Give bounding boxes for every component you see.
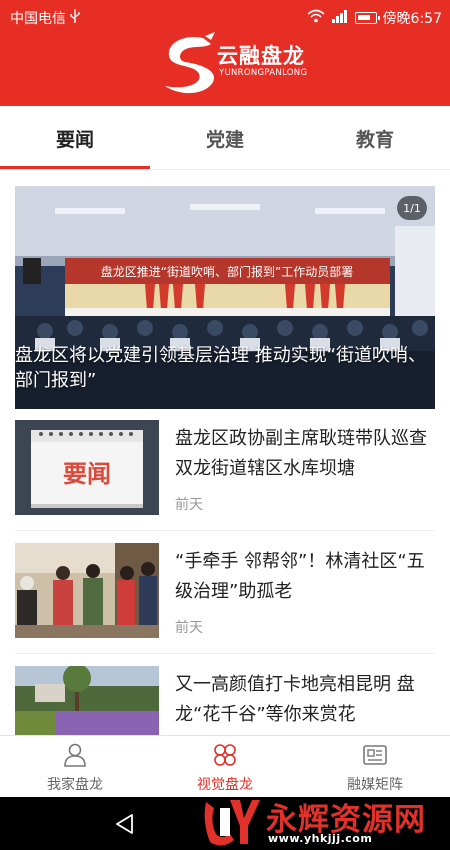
nav-shijue-panlong[interactable]: 视觉盘龙 (150, 736, 300, 798)
watermark: 永辉资源网 www.yhkjjj.com (200, 794, 450, 850)
watermark-logo-icon (204, 800, 260, 846)
logo-subtitle: YUNRONGPANLONG (219, 68, 308, 78)
thumb-label: 要闻 (63, 460, 111, 488)
news-time: 前天 (175, 497, 203, 513)
news-title: “手牵手 邻帮邻”！林清社区“五级治理”助孤老 (175, 551, 425, 602)
clock: 傍晚6:57 (382, 11, 442, 27)
hero-caption[interactable]: 盘龙区将以党建引领基层治理 推动实现“街道吹哨、部门报到” (15, 343, 427, 393)
tab-label: 要闻 (55, 128, 94, 151)
app-screen: 中国电信 傍晚6:57 云融盘龙 YUNRONGPANLONG 要闻 党建 教育… (0, 0, 450, 850)
news-thumbnail (15, 543, 159, 638)
bottom-navigation: 我家盘龙 视觉盘龙 融媒矩阵 (0, 735, 450, 797)
clover-icon (214, 744, 236, 766)
list-divider (15, 653, 435, 654)
community-photo (15, 543, 159, 638)
news-title: 又一高颜值打卡地亮相昆明 盘龙“花千谷”等你来赏花 (175, 674, 415, 725)
usb-icon (70, 9, 80, 27)
watermark-url: www.yhkjjj.com (268, 832, 373, 845)
list-divider (15, 530, 435, 531)
calendar-thumbnail: 要闻 (15, 420, 159, 515)
battery-icon (354, 12, 380, 24)
tab-label: 教育 (355, 128, 394, 151)
carrier-name: 中国电信 (10, 11, 66, 27)
person-icon (64, 743, 86, 767)
news-thumbnail: 要闻 (15, 420, 159, 515)
nav-rongmei-juzhen[interactable]: 融媒矩阵 (300, 736, 450, 798)
nav-wojia-panlong[interactable]: 我家盘龙 (0, 736, 150, 798)
active-tab-indicator (0, 166, 150, 169)
nav-label: 我家盘龙 (47, 777, 103, 793)
tab-label: 党建 (205, 128, 244, 151)
back-triangle-icon[interactable] (112, 811, 138, 837)
newspaper-icon (363, 745, 387, 765)
news-title: 盘龙区政协副主席耿琏带队巡查双龙街道辖区水库坝塘 (175, 428, 427, 479)
nav-label: 视觉盘龙 (197, 777, 253, 793)
app-logo: 云融盘龙 YUNRONGPANLONG (155, 30, 308, 102)
tab-jiaoyu[interactable]: 教育 (300, 106, 450, 170)
signal-icon (331, 9, 349, 27)
carrier-info: 中国电信 (10, 8, 80, 28)
logo-title: 云融盘龙 (217, 44, 305, 68)
status-icons: 傍晚6:57 (307, 8, 442, 28)
status-bar: 中国电信 傍晚6:57 (0, 0, 450, 32)
dragon-logo-icon (165, 32, 215, 94)
tab-yaowen[interactable]: 要闻 (0, 106, 150, 170)
category-tabs: 要闻 党建 教育 (0, 106, 450, 170)
news-time: 前天 (175, 620, 203, 636)
tab-dangjian[interactable]: 党建 (150, 106, 300, 170)
image-counter-badge: 1/1 (397, 196, 427, 220)
nav-label: 融媒矩阵 (347, 777, 403, 793)
wifi-icon (307, 9, 325, 27)
app-header: 中国电信 傍晚6:57 云融盘龙 YUNRONGPANLONG (0, 0, 450, 106)
banner-text: 盘龙区推进“街道吹哨、部门报到”工作动员部署 (101, 264, 353, 279)
